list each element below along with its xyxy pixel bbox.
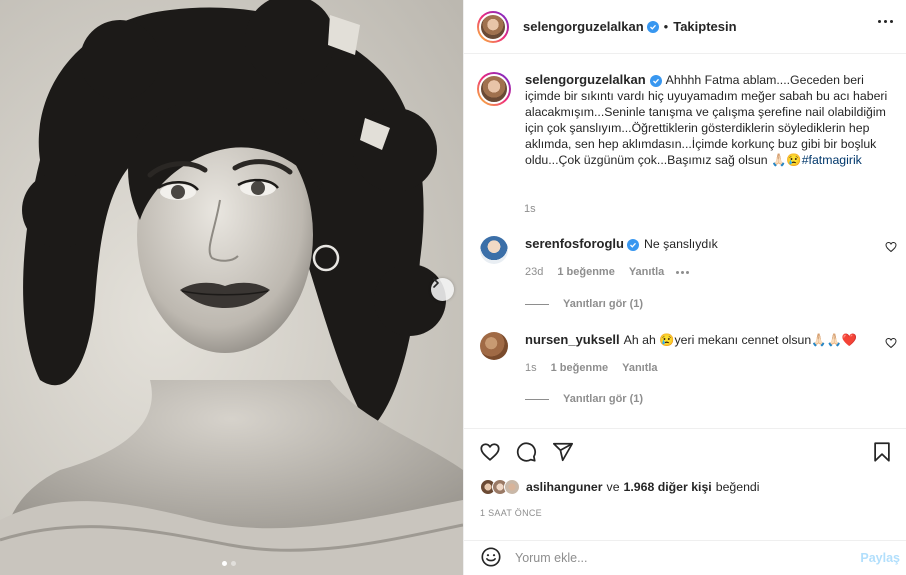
replies-line bbox=[525, 303, 549, 305]
post-actions: aslihanguner ve 1.968 diğer kişi beğendi… bbox=[464, 428, 906, 541]
heart-outline-icon[interactable] bbox=[479, 441, 501, 463]
post-detail-panel: selengorguzelalkan • Takiptesin selengor… bbox=[463, 0, 906, 575]
comment-input[interactable] bbox=[515, 547, 845, 569]
liker-username[interactable]: aslihanguner bbox=[526, 480, 603, 494]
verified-badge-icon bbox=[626, 239, 639, 251]
author-username[interactable]: selengorguzelalkan bbox=[523, 19, 644, 34]
caption-hashtag-link[interactable]: #fatmagirik bbox=[802, 153, 862, 167]
caption-time: 1s bbox=[524, 203, 536, 215]
post-comment-button[interactable]: Paylaş bbox=[860, 551, 900, 565]
likes-suffix: beğendi bbox=[715, 480, 760, 494]
caption-author-avatar[interactable] bbox=[477, 72, 511, 106]
comment-bubble-icon[interactable] bbox=[515, 441, 537, 463]
comment-composer: Paylaş bbox=[464, 540, 906, 575]
paper-plane-icon[interactable] bbox=[552, 441, 574, 463]
verified-badge-icon bbox=[646, 20, 659, 33]
comment-like-heart-icon[interactable] bbox=[885, 337, 897, 349]
view-replies-button[interactable]: Yanıtları gör (1) bbox=[525, 298, 643, 310]
likes-summary: aslihanguner ve 1.968 diğer kişi beğendi bbox=[480, 479, 760, 495]
view-replies-label: Yanıtları gör (1) bbox=[563, 298, 644, 310]
comment-time: 23d bbox=[525, 266, 544, 278]
comment-item: nursen_yuksell Ah ah 😢yeri mekanı cennet … bbox=[480, 332, 904, 376]
bookmark-icon[interactable] bbox=[872, 441, 892, 463]
carousel-dot-1 bbox=[222, 561, 227, 566]
chevron-right-icon bbox=[433, 278, 439, 288]
follow-status-button[interactable]: Takiptesin bbox=[673, 19, 736, 34]
author-avatar[interactable] bbox=[477, 10, 509, 43]
carousel-indicator bbox=[222, 561, 236, 566]
likes-count-link[interactable]: 1.968 diğer kişi bbox=[624, 480, 712, 494]
header-separator: • bbox=[663, 19, 669, 34]
comment-reply-button[interactable]: Yanıtla bbox=[622, 360, 657, 376]
view-replies-button[interactable]: Yanıtları gör (1) bbox=[525, 393, 643, 405]
caption-author-username[interactable]: selengorguzelalkan bbox=[525, 72, 646, 87]
comment-text: Ah ah 😢yeri mekanı cennet olsun🙏🏻🙏🏻❤️ bbox=[623, 333, 858, 347]
comment-like-heart-icon[interactable] bbox=[885, 241, 897, 253]
comment-more-icon[interactable] bbox=[676, 270, 690, 274]
likes-connector: ve bbox=[606, 480, 620, 494]
post-caption: selengorguzelalkan Ahhhh Fatma ablam....G… bbox=[477, 72, 895, 168]
verified-badge-icon bbox=[649, 75, 662, 87]
carousel-dot-2 bbox=[231, 561, 236, 566]
comments-list[interactable]: selengorguzelalkan Ahhhh Fatma ablam....G… bbox=[464, 55, 906, 427]
commenter-username[interactable]: nursen_yuksell bbox=[525, 332, 620, 347]
post-header: selengorguzelalkan • Takiptesin bbox=[464, 0, 906, 54]
more-options-button[interactable] bbox=[878, 20, 893, 23]
carousel-next-button[interactable] bbox=[431, 278, 454, 301]
comment-reply-button[interactable]: Yanıtla bbox=[629, 264, 664, 280]
smiley-icon[interactable] bbox=[480, 546, 502, 568]
liker-avatars[interactable] bbox=[480, 479, 520, 495]
commenter-avatar[interactable] bbox=[480, 332, 508, 360]
comment-like-count[interactable]: 1 beğenme bbox=[557, 264, 614, 280]
comment-like-count[interactable]: 1 beğenme bbox=[551, 360, 608, 376]
comment-item: serenfosforoglu Ne şanslıydık 23d 1 beğen… bbox=[480, 236, 904, 280]
comment-time: 1s bbox=[525, 362, 537, 374]
replies-line bbox=[525, 398, 549, 400]
post-timestamp[interactable]: 1 SAAT ÖNCE bbox=[480, 508, 542, 518]
more-horizontal-icon bbox=[878, 20, 881, 23]
portrait-photo bbox=[0, 0, 463, 575]
post-media[interactable] bbox=[0, 0, 463, 575]
view-replies-label: Yanıtları gör (1) bbox=[563, 393, 644, 405]
commenter-avatar[interactable] bbox=[480, 236, 508, 264]
commenter-username[interactable]: serenfosforoglu bbox=[525, 236, 624, 251]
comment-text: Ne şanslıydık bbox=[643, 237, 718, 251]
